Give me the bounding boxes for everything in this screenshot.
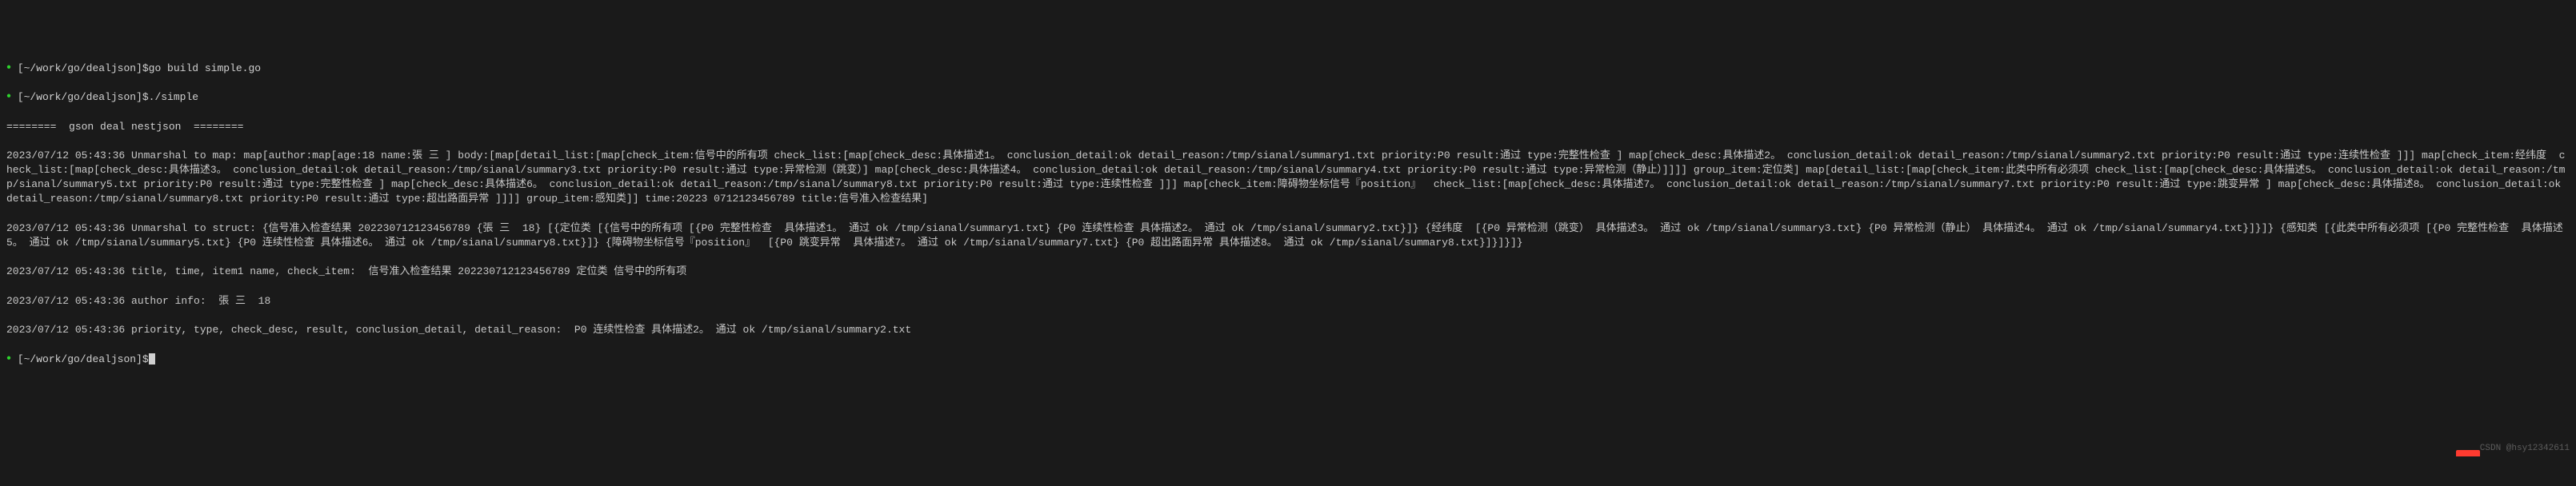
- cursor-icon: [149, 353, 155, 364]
- output-unmarshal-map: 2023/07/12 05:43:36 Unmarshal to map: ma…: [6, 149, 2570, 207]
- output-priority-line: 2023/07/12 05:43:36 priority, type, chec…: [6, 323, 2570, 337]
- prompt-path: [~/work/go/dealjson]$: [18, 62, 149, 74]
- terminal-line: ● [~/work/go/dealjson]$go build simple.g…: [6, 62, 2570, 76]
- prompt-path: [~/work/go/dealjson]$: [18, 353, 149, 365]
- output-author-line: 2023/07/12 05:43:36 author info: 張 三 18: [6, 294, 2570, 309]
- output-title-line: 2023/07/12 05:43:36 title, time, item1 n…: [6, 265, 2570, 279]
- prompt-path: [~/work/go/dealjson]$: [18, 91, 149, 103]
- terminal-line: ● [~/work/go/dealjson]$./simple: [6, 90, 2570, 105]
- separator-line: ======== gson deal nestjson ========: [6, 120, 2570, 134]
- prompt-indicator-icon: ●: [6, 354, 11, 363]
- output-unmarshal-struct: 2023/07/12 05:43:36 Unmarshal to struct:…: [6, 221, 2570, 250]
- command-text: go build simple.go: [149, 62, 261, 74]
- terminal-line[interactable]: ● [~/work/go/dealjson]$: [6, 353, 2570, 367]
- prompt-indicator-icon: ●: [6, 63, 11, 72]
- watermark-text: CSDN @hsy12342611: [2480, 443, 2570, 455]
- prompt-indicator-icon: ●: [6, 93, 11, 102]
- red-badge-icon: [2456, 450, 2480, 456]
- command-text: ./simple: [149, 91, 198, 103]
